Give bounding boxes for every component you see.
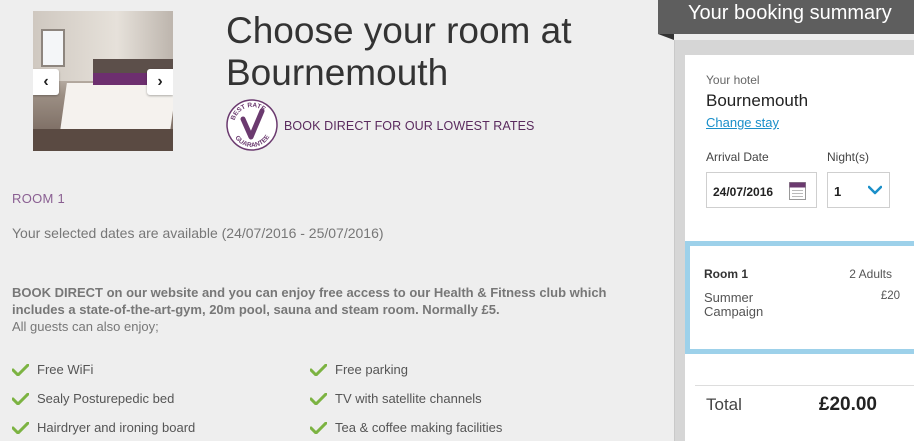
amenity-label: Free WiFi	[37, 362, 94, 377]
promo-bold-text: BOOK DIRECT on our website and you can e…	[12, 285, 607, 317]
amenity-item: Hairdryer and ironing board	[12, 418, 310, 437]
total-divider	[695, 385, 914, 386]
amenity-label: Free parking	[335, 362, 408, 377]
photo-floor	[33, 129, 173, 151]
amenity-item: Sealy Posturepedic bed	[12, 389, 310, 408]
checkmark-icon	[310, 363, 327, 376]
room-summary-box: Room 1 2 Adults Summer Campaign £20	[685, 241, 914, 354]
header-fold-decoration	[658, 34, 674, 40]
amenity-item: Free parking	[310, 360, 630, 379]
chevron-left-icon: ‹	[43, 73, 49, 90]
amenity-label: Hairdryer and ironing board	[37, 420, 196, 435]
photo-window	[41, 29, 65, 67]
summary-room-name: Room 1	[704, 267, 749, 281]
change-stay-link[interactable]: Change stay	[706, 115, 779, 130]
checkmark-icon	[310, 421, 327, 434]
gallery-prev-button[interactable]: ‹	[33, 69, 59, 95]
nights-select[interactable]: 1	[827, 172, 890, 208]
calendar-icon[interactable]	[789, 180, 806, 200]
summary-room-price: £20	[880, 290, 900, 302]
booking-summary-title: Your booking summary	[688, 2, 892, 24]
checkmark-icon	[12, 421, 29, 434]
nights-value: 1	[834, 184, 842, 199]
total-label: Total	[706, 395, 742, 414]
booking-summary-card: Your hotel Bournemouth Change stay Arriv…	[685, 55, 914, 441]
amenity-label: Tea & coffee making facilities	[335, 420, 503, 435]
gallery-next-button[interactable]: ›	[147, 69, 173, 95]
lowest-rate-message: BOOK DIRECT FOR OUR LOWEST RATES	[284, 119, 535, 133]
nights-label: Night(s)	[827, 150, 870, 164]
amenity-label: Sealy Posturepedic bed	[37, 391, 175, 406]
booking-summary-header: Your booking summary	[658, 0, 914, 40]
promo-text: BOOK DIRECT on our website and you can e…	[12, 284, 632, 335]
arrival-date-label: Arrival Date	[706, 150, 769, 164]
hotel-name: Bournemouth	[706, 91, 809, 110]
amenity-item: TV with satellite channels	[310, 389, 630, 408]
amenity-item: Tea & coffee making facilities	[310, 418, 630, 437]
booking-summary-panel: Your hotel Bournemouth Change stay Arriv…	[674, 40, 914, 441]
promo-extra-text: All guests can also enjoy;	[12, 319, 159, 334]
hotel-label: Your hotel	[706, 73, 760, 87]
checkmark-icon	[310, 392, 327, 405]
hotel-room-photo: ‹ ›	[33, 11, 173, 151]
amenity-item: Free WiFi	[12, 360, 310, 379]
chevron-right-icon: ›	[157, 73, 163, 90]
arrival-date-field[interactable]: 24/07/2016	[706, 172, 817, 208]
room-label: ROOM 1	[12, 191, 66, 206]
best-rate-guarantee-icon: BEST RATE GUARANTEE	[226, 99, 278, 151]
amenity-label: TV with satellite channels	[335, 391, 482, 406]
availability-text: Your selected dates are available (24/07…	[12, 225, 384, 241]
page-title: Choose your room at Bournemouth	[226, 10, 572, 93]
arrival-date-value: 24/07/2016	[713, 185, 774, 199]
summary-adults: 2 Adults	[849, 267, 892, 281]
amenities-list: Free WiFi Free parking Sealy Posturepedi…	[12, 360, 652, 437]
total-value: £20.00	[818, 394, 877, 415]
summary-campaign: Summer Campaign	[704, 290, 764, 319]
chevron-down-icon	[868, 185, 882, 195]
checkmark-icon	[12, 392, 29, 405]
checkmark-icon	[12, 363, 29, 376]
